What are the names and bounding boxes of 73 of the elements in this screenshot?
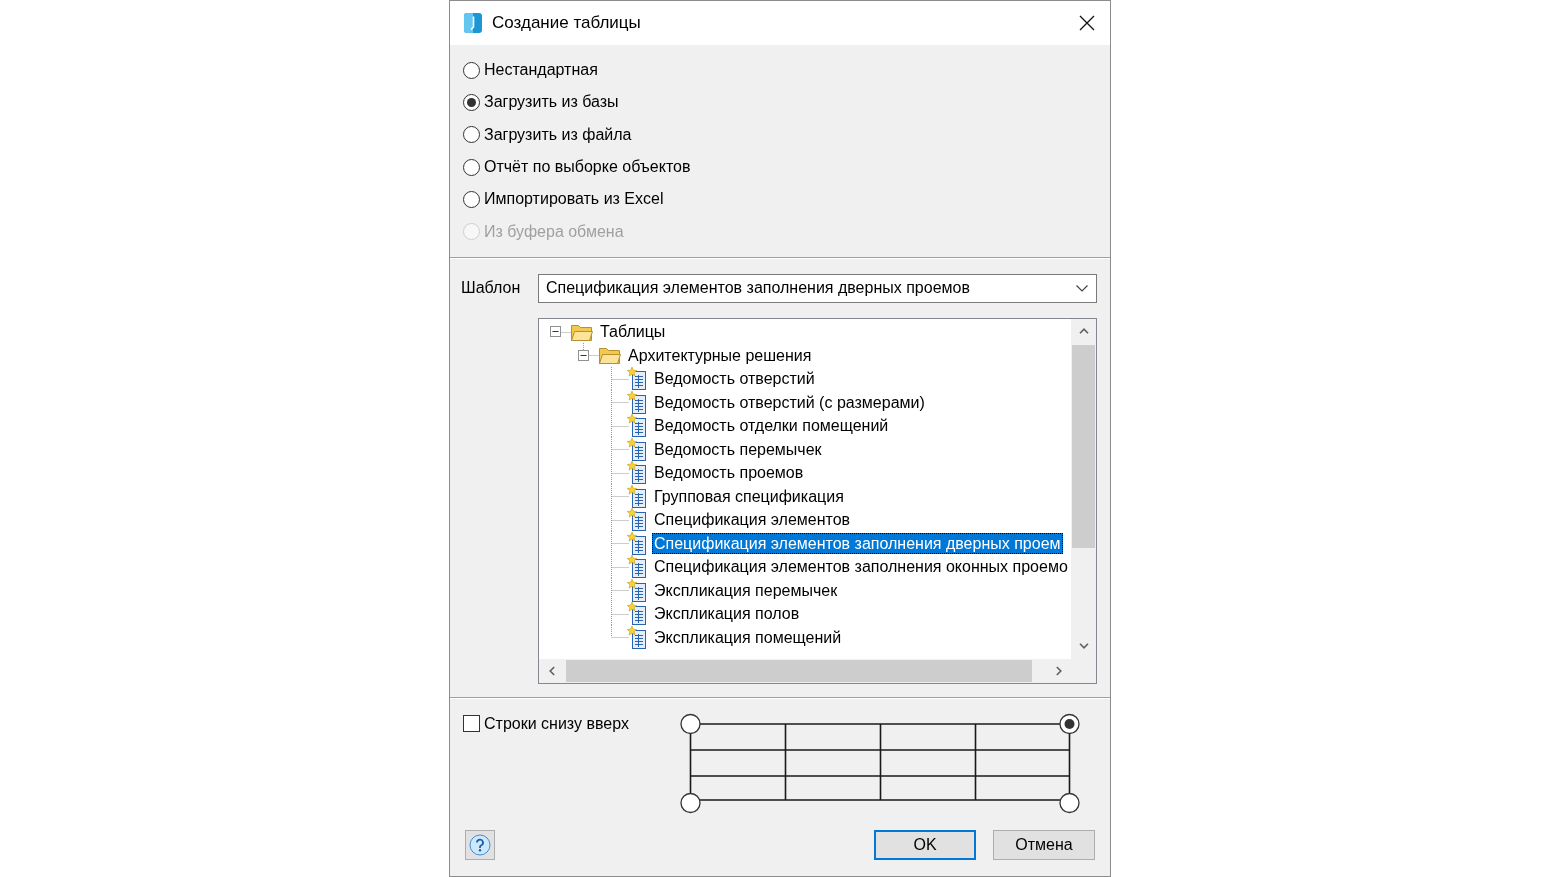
- table-file-icon: [627, 508, 647, 532]
- radio-button[interactable]: [463, 93, 480, 111]
- table-file-icon: [627, 555, 647, 579]
- table-file-icon: [627, 414, 647, 438]
- chevron-left-icon: [548, 665, 555, 676]
- minus-box-icon[interactable]: [549, 326, 561, 338]
- tree-item[interactable]: Экспликация помещений: [652, 626, 844, 648]
- radio-label[interactable]: Загрузить из базы: [484, 93, 619, 112]
- tree-connector-line: [583, 343, 601, 357]
- tree-item[interactable]: Таблицы: [598, 321, 668, 343]
- table-file-icon: [627, 602, 647, 626]
- radio-button[interactable]: [463, 158, 480, 176]
- corner-radio[interactable]: [680, 792, 701, 813]
- tree-item[interactable]: Архитектурные решения: [626, 344, 814, 366]
- corner-radio[interactable]: [680, 713, 701, 734]
- radio-label[interactable]: Нестандартная: [484, 61, 598, 80]
- tree-item[interactable]: Спецификация элементов: [652, 509, 853, 531]
- chevron-up-icon: [1078, 328, 1089, 335]
- tree-connector-line: [611, 437, 629, 461]
- radio-label[interactable]: Импортировать из Excel: [484, 190, 664, 209]
- radio-label[interactable]: Отчёт по выборке объектов: [484, 158, 691, 177]
- radio-button[interactable]: [463, 61, 480, 79]
- tree-item[interactable]: Экспликация перемычек: [652, 579, 840, 601]
- table-file-icon: [627, 461, 647, 485]
- tree-item[interactable]: Экспликация полов: [652, 603, 802, 625]
- table-file-icon: [627, 578, 647, 602]
- tree-item[interactable]: Ведомость отверстий: [652, 368, 817, 390]
- table-file-icon: [627, 484, 647, 508]
- template-dropdown[interactable]: Спецификация элементов заполнения дверных проемов: [538, 273, 1097, 303]
- table-file-icon: [627, 437, 647, 461]
- field-label: Шаблон: [461, 279, 522, 298]
- scroll-thumb[interactable]: [1072, 344, 1095, 548]
- app-icon: [464, 13, 482, 33]
- chevron-down-icon: [1078, 643, 1089, 650]
- tree-item[interactable]: Спецификация элементов заполнения оконных проемо: [652, 556, 1070, 578]
- scroll-thumb[interactable]: [566, 659, 1033, 682]
- tree-connector-line: [611, 531, 629, 555]
- tree-item[interactable]: Ведомость перемычек: [652, 438, 824, 460]
- dialog-button[interactable]: Отмена: [993, 829, 1095, 860]
- corner-radio[interactable]: [1059, 713, 1080, 734]
- table-file-icon: [627, 367, 647, 391]
- help-icon: [469, 833, 491, 856]
- folder-icon: [599, 346, 621, 365]
- table-file-icon: [627, 390, 647, 414]
- chevron-down-icon: [1076, 284, 1088, 292]
- tree-item[interactable]: Групповая спецификация: [652, 485, 846, 507]
- window-title: Создание таблицы: [492, 13, 641, 33]
- minus-box-icon[interactable]: [577, 349, 589, 361]
- tree-connector-line: [611, 554, 629, 579]
- tree-connector-line: [611, 390, 629, 414]
- checkbox-label[interactable]: Строки снизу вверх: [484, 714, 629, 733]
- radio-label[interactable]: Загрузить из файла: [484, 125, 632, 144]
- tree-connector-line: [611, 507, 629, 532]
- chevron-right-icon: [1055, 665, 1062, 676]
- table-file-icon: [627, 625, 647, 649]
- folder-icon: [571, 322, 593, 341]
- dialog-button[interactable]: OK: [874, 829, 976, 860]
- tree-item[interactable]: Спецификация элементов заполнения дверных проем: [652, 532, 1063, 554]
- tree-connector-line: [611, 578, 629, 602]
- table-file-icon: [627, 531, 647, 555]
- radio-button[interactable]: [463, 126, 480, 144]
- tree-item[interactable]: Ведомость отверстий (с размерами): [652, 391, 927, 413]
- tree-item[interactable]: Ведомость проемов: [652, 462, 806, 484]
- close-icon: [1079, 15, 1095, 31]
- checkbox[interactable]: [463, 715, 480, 733]
- help-button[interactable]: [465, 829, 495, 860]
- tree-connector-line: [611, 460, 629, 485]
- tree-connector-line: [611, 484, 629, 508]
- tree-item[interactable]: Ведомость отделки помещений: [652, 415, 891, 437]
- tree-connector-line: [611, 366, 629, 391]
- radio-button[interactable]: [463, 190, 480, 208]
- tree-connector-line: [611, 413, 629, 438]
- corner-radio[interactable]: [1059, 792, 1080, 813]
